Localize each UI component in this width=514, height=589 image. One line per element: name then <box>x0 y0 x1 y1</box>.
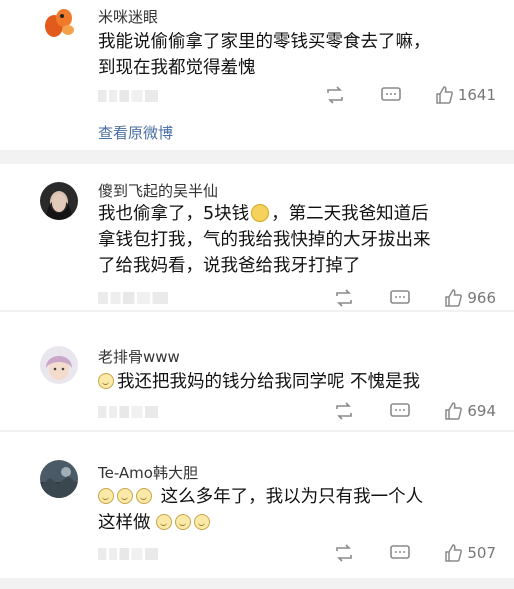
comment-icon[interactable] <box>389 402 411 420</box>
comment-line: 这么多年了，我以为只有我一个人 <box>160 487 424 507</box>
like-button[interactable]: 966 <box>443 288 496 308</box>
action-bar: 966 <box>299 287 496 309</box>
blurred-timestamp <box>98 292 168 304</box>
blurred-timestamp <box>98 548 158 560</box>
comment-icon[interactable] <box>389 289 411 307</box>
like-count: 966 <box>467 289 496 307</box>
section-divider <box>0 150 514 164</box>
comment-feed: 米咪迷眼 我能说偷偷拿了家里的零钱买零食去了嘛， 到现在我都觉得羞愧 1641 … <box>0 0 514 589</box>
repost-icon[interactable] <box>333 289 355 307</box>
like-button[interactable]: 507 <box>443 543 496 563</box>
thumbs-up-icon <box>445 402 463 420</box>
action-bar: 694 <box>299 400 496 422</box>
thumbs-up-icon <box>445 289 463 307</box>
smile-emoji-icon <box>156 514 173 530</box>
comment-line: 拿钱包打我，气的我给我快掉的大牙拔出来 <box>98 230 431 250</box>
smile-emoji-icon <box>175 514 192 530</box>
username[interactable]: 米咪迷眼 <box>98 8 158 26</box>
like-count: 1641 <box>457 86 496 104</box>
comment-card: 傻到飞起的吴半仙 我也偷拿了，5块钱 ，第二天我爸知道后 拿钱包打我，气的我给我快… <box>0 164 514 310</box>
blurred-timestamp <box>98 406 158 418</box>
repost-icon[interactable] <box>333 402 355 420</box>
avatar[interactable] <box>40 346 78 384</box>
comment-line: 到现在我都觉得羞愧 <box>98 58 256 78</box>
smile-emoji-icon <box>194 514 211 530</box>
comment-text: 这么多年了，我以为只有我一个人 这样做 <box>98 484 483 536</box>
thumbs-up-icon <box>436 86 453 104</box>
smile-emoji-icon <box>98 373 114 389</box>
comment-text: 我也偷拿了，5块钱 ，第二天我爸知道后 拿钱包打我，气的我给我快掉的大牙拔出来 了… <box>98 201 483 279</box>
comment-line: ，第二天我爸知道后 <box>271 204 429 224</box>
comment-line: 了给我妈看，说我爸给我牙打掉了 <box>98 256 361 276</box>
avatar[interactable] <box>40 182 78 220</box>
comment-card: 米咪迷眼 我能说偷偷拿了家里的零钱买零食去了嘛， 到现在我都觉得羞愧 1641 … <box>0 0 514 150</box>
view-original-link[interactable]: 查看原微博 <box>98 122 173 143</box>
comment-line: 这样做 <box>98 513 151 533</box>
comment-text: 我能说偷偷拿了家里的零钱买零食去了嘛， 到现在我都觉得羞愧 <box>98 29 483 81</box>
repost-icon[interactable] <box>333 544 355 562</box>
comment-icon[interactable] <box>389 544 411 562</box>
username[interactable]: 老排骨www <box>98 348 180 366</box>
like-count: 694 <box>467 402 496 420</box>
like-count: 507 <box>467 544 496 562</box>
comment-card: Te-Amo韩大胆 这么多年了，我以为只有我一个人 这样做 507 <box>0 432 514 589</box>
blurred-timestamp <box>98 90 158 102</box>
avatar[interactable] <box>40 4 78 42</box>
like-button[interactable]: 1641 <box>434 85 496 105</box>
comment-card: 老排骨www 我还把我妈的钱分给我同学呢 不愧是我 694 <box>0 312 514 430</box>
comment-line: 我还把我妈的钱分给我同学呢 不愧是我 <box>117 372 421 392</box>
smile-emoji-icon <box>136 488 152 504</box>
action-bar: 1641 <box>290 84 496 106</box>
comment-text: 我还把我妈的钱分给我同学呢 不愧是我 <box>98 369 483 395</box>
action-bar: 507 <box>299 542 496 564</box>
smile-emoji-icon <box>98 488 114 504</box>
avatar[interactable] <box>40 460 78 498</box>
repost-icon[interactable] <box>324 86 346 104</box>
username[interactable]: Te-Amo韩大胆 <box>98 464 198 482</box>
bottom-divider <box>0 578 514 589</box>
comment-line: 我能说偷偷拿了家里的零钱买零食去了嘛， <box>98 32 431 52</box>
username[interactable]: 傻到飞起的吴半仙 <box>98 182 218 200</box>
comment-line: 我也偷拿了，5块钱 <box>98 204 250 224</box>
smile-emoji-icon <box>117 488 133 504</box>
coin-emoji-icon <box>251 204 270 222</box>
comment-icon[interactable] <box>380 86 402 104</box>
like-button[interactable]: 694 <box>443 401 496 421</box>
thumbs-up-icon <box>445 544 463 562</box>
